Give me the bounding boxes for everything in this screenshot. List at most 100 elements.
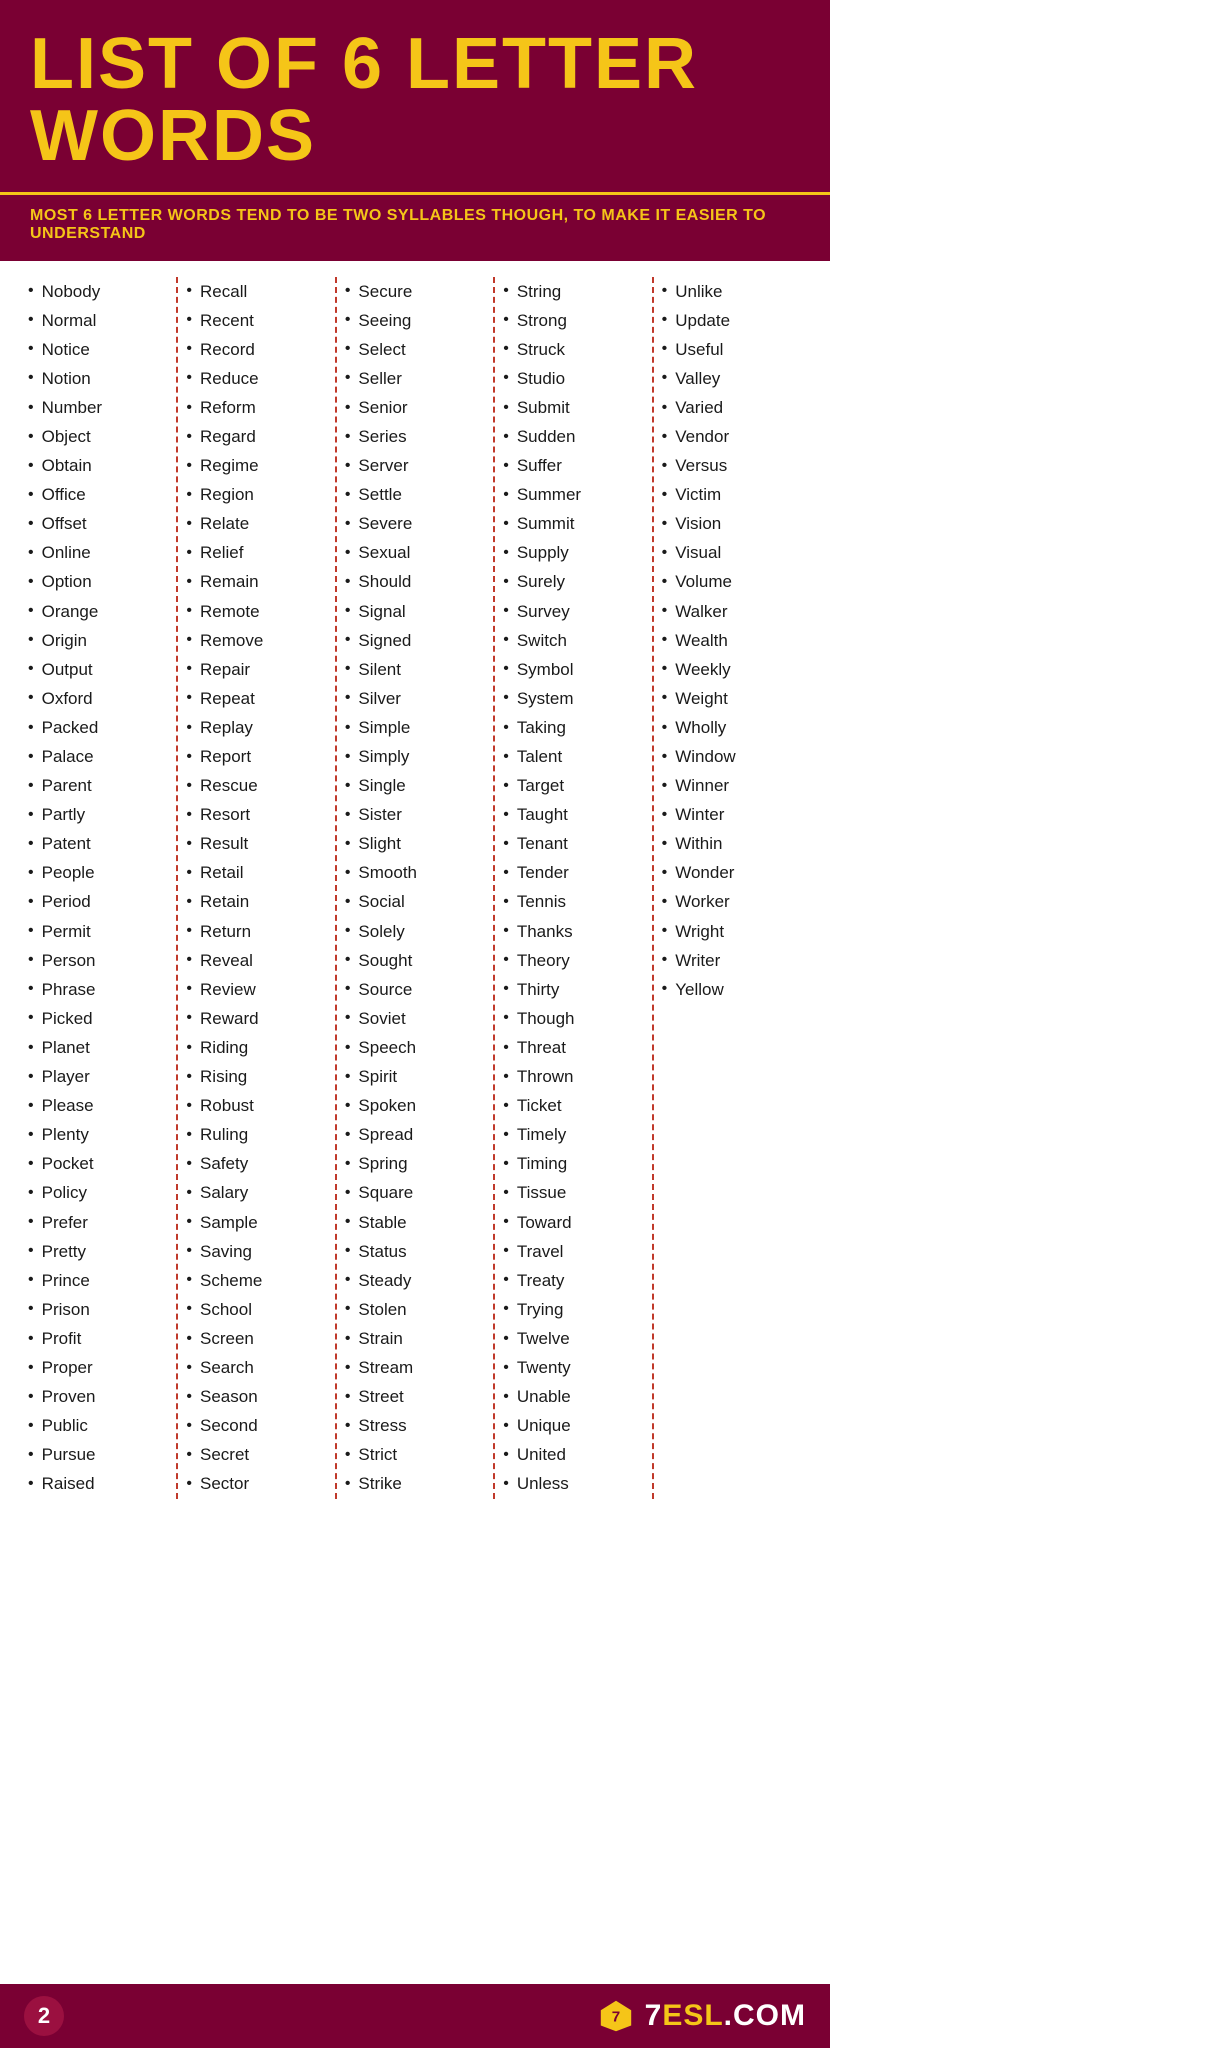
- footer-logo: 7 7ESL.COM: [597, 1997, 806, 2035]
- list-item: Summit: [503, 510, 643, 539]
- list-item: Spoken: [345, 1092, 485, 1121]
- list-item: Stress: [345, 1412, 485, 1441]
- list-item: Repeat: [186, 684, 326, 713]
- list-item: Recent: [186, 306, 326, 335]
- list-item: Origin: [28, 626, 168, 655]
- logo-number: 7: [645, 1999, 663, 2032]
- list-item: Street: [345, 1383, 485, 1412]
- list-item: Supply: [503, 539, 643, 568]
- list-item: Recall: [186, 277, 326, 306]
- list-item: Survey: [503, 597, 643, 626]
- list-item: Seeing: [345, 306, 485, 335]
- list-item: Toward: [503, 1208, 643, 1237]
- list-item: Social: [345, 888, 485, 917]
- list-item: Wealth: [662, 626, 802, 655]
- list-item: Unlike: [662, 277, 802, 306]
- list-item: Vendor: [662, 422, 802, 451]
- list-item: Parent: [28, 772, 168, 801]
- list-item: Weight: [662, 684, 802, 713]
- list-item: Thrown: [503, 1063, 643, 1092]
- list-item: Valley: [662, 364, 802, 393]
- list-item: Suffer: [503, 452, 643, 481]
- list-item: Thanks: [503, 917, 643, 946]
- list-item: Pretty: [28, 1237, 168, 1266]
- list-item: Please: [28, 1092, 168, 1121]
- list-item: Scheme: [186, 1266, 326, 1295]
- list-item: Symbol: [503, 655, 643, 684]
- list-item: Tissue: [503, 1179, 643, 1208]
- header: LIST OF 6 LETTER WORDS: [0, 0, 830, 192]
- list-item: Strict: [345, 1441, 485, 1470]
- list-item: Prison: [28, 1295, 168, 1324]
- list-item: Picked: [28, 1004, 168, 1033]
- list-item: Stolen: [345, 1295, 485, 1324]
- list-item: Summer: [503, 481, 643, 510]
- list-item: Normal: [28, 306, 168, 335]
- list-item: Salary: [186, 1179, 326, 1208]
- list-item: Remain: [186, 568, 326, 597]
- list-item: Number: [28, 393, 168, 422]
- list-item: Notice: [28, 335, 168, 364]
- list-item: Public: [28, 1412, 168, 1441]
- list-item: Secure: [345, 277, 485, 306]
- list-item: Wonder: [662, 859, 802, 888]
- list-item: Rescue: [186, 772, 326, 801]
- word-column-col3: SecureSeeingSelectSellerSeniorSeriesServ…: [337, 277, 495, 1499]
- list-item: Series: [345, 422, 485, 451]
- list-item: Timely: [503, 1121, 643, 1150]
- list-item: Person: [28, 946, 168, 975]
- list-item: Prefer: [28, 1208, 168, 1237]
- word-columns: NobodyNormalNoticeNotionNumberObjectObta…: [20, 277, 810, 1499]
- list-item: Saving: [186, 1237, 326, 1266]
- logo-domain: .COM: [724, 1999, 806, 2032]
- page-title: LIST OF 6 LETTER WORDS: [30, 28, 800, 172]
- list-item: Window: [662, 743, 802, 772]
- list-item: Threat: [503, 1033, 643, 1062]
- list-item: Server: [345, 452, 485, 481]
- list-item: Source: [345, 975, 485, 1004]
- list-item: Target: [503, 772, 643, 801]
- list-item: Obtain: [28, 452, 168, 481]
- list-item: Repair: [186, 655, 326, 684]
- list-item: Packed: [28, 713, 168, 742]
- list-item: Option: [28, 568, 168, 597]
- list-item: Submit: [503, 393, 643, 422]
- list-item: Office: [28, 481, 168, 510]
- list-item: Status: [345, 1237, 485, 1266]
- word-column-col5: UnlikeUpdateUsefulValleyVariedVendorVers…: [654, 277, 810, 1499]
- word-column-col1: NobodyNormalNoticeNotionNumberObjectObta…: [20, 277, 178, 1499]
- list-item: Tennis: [503, 888, 643, 917]
- list-item: Single: [345, 772, 485, 801]
- list-item: Result: [186, 830, 326, 859]
- list-item: Trying: [503, 1295, 643, 1324]
- list-item: Update: [662, 306, 802, 335]
- list-item: Stable: [345, 1208, 485, 1237]
- word-list-col1: NobodyNormalNoticeNotionNumberObjectObta…: [28, 277, 168, 1499]
- list-item: Unique: [503, 1412, 643, 1441]
- list-item: Ruling: [186, 1121, 326, 1150]
- list-item: Writer: [662, 946, 802, 975]
- list-item: Replay: [186, 713, 326, 742]
- list-item: Senior: [345, 393, 485, 422]
- list-item: Weekly: [662, 655, 802, 684]
- list-item: Signed: [345, 626, 485, 655]
- list-item: Unless: [503, 1470, 643, 1499]
- list-item: Sample: [186, 1208, 326, 1237]
- list-item: Thirty: [503, 975, 643, 1004]
- list-item: People: [28, 859, 168, 888]
- list-item: Select: [345, 335, 485, 364]
- list-item: Region: [186, 481, 326, 510]
- list-item: Output: [28, 655, 168, 684]
- list-item: Strain: [345, 1324, 485, 1353]
- list-item: Talent: [503, 743, 643, 772]
- list-item: Taught: [503, 801, 643, 830]
- list-item: Plenty: [28, 1121, 168, 1150]
- word-list-col4: StringStrongStruckStudioSubmitSuddenSuff…: [503, 277, 643, 1499]
- list-item: Soviet: [345, 1004, 485, 1033]
- list-item: Search: [186, 1353, 326, 1382]
- list-item: Sexual: [345, 539, 485, 568]
- word-list-col3: SecureSeeingSelectSellerSeniorSeriesServ…: [345, 277, 485, 1499]
- list-item: Volume: [662, 568, 802, 597]
- list-item: Twelve: [503, 1324, 643, 1353]
- list-item: Reduce: [186, 364, 326, 393]
